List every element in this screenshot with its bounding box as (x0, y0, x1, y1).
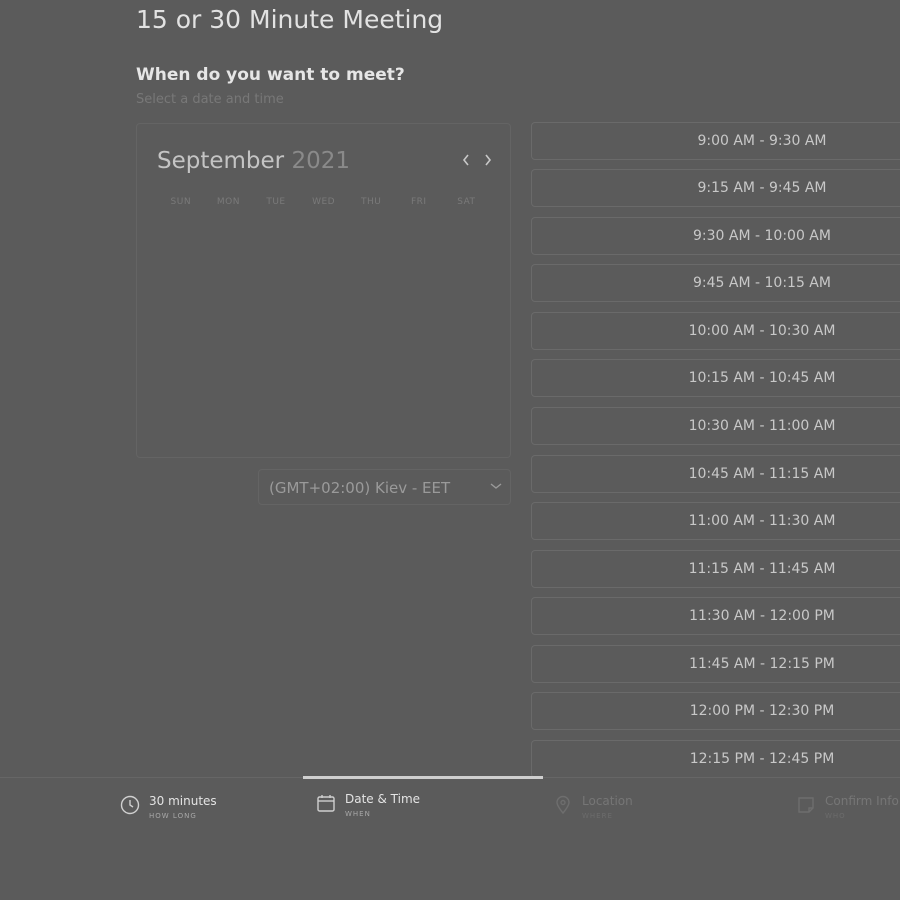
previous-month-button[interactable] (457, 148, 475, 172)
calendar-month: September (157, 148, 285, 174)
map-pin-icon (556, 795, 570, 815)
time-slot-label: 10:30 AM - 11:00 AM (688, 418, 836, 434)
time-slot[interactable]: 12:15 PM - 12:45 PM (531, 740, 900, 778)
weekday-label: FRI (410, 197, 427, 207)
step-title: Date & Time (345, 792, 421, 806)
step-title: 30 minutes (149, 794, 217, 808)
time-slot-label: 9:45 AM - 10:15 AM (693, 275, 831, 291)
calendar-month-year: September 2021 (157, 148, 350, 174)
time-slot-label: 12:15 PM - 12:45 PM (689, 751, 835, 767)
timezone-value: (GMT+02:00) Kiev - EET (269, 479, 451, 497)
time-slot[interactable]: 9:45 AM - 10:15 AM (531, 264, 900, 302)
step-subtitle: HOW LONG (149, 812, 197, 820)
time-slot[interactable]: 12:00 PM - 12:30 PM (531, 692, 900, 730)
time-slot[interactable]: 10:00 AM - 10:30 AM (531, 312, 900, 350)
time-slot[interactable]: 11:45 AM - 12:15 PM (531, 645, 900, 683)
time-slot-label: 9:00 AM - 9:30 AM (697, 133, 827, 149)
timezone-select[interactable]: (GMT+02:00) Kiev - EET (258, 469, 511, 505)
weekday-label: TUE (266, 197, 286, 207)
step-progress-indicator (303, 776, 543, 779)
time-slot-label: 9:30 AM - 10:00 AM (693, 228, 831, 244)
calendar-icon (317, 795, 335, 812)
chevron-right-icon (485, 154, 492, 166)
weekday-label: SAT (457, 197, 476, 207)
chevron-left-icon (462, 154, 469, 166)
time-slot-label: 11:15 AM - 11:45 AM (688, 561, 836, 577)
note-icon (798, 797, 814, 813)
time-slot-label: 12:00 PM - 12:30 PM (689, 703, 835, 719)
time-slot-label: 10:45 AM - 11:15 AM (688, 466, 836, 482)
section-subheading: Select a date and time (136, 92, 284, 107)
time-slot[interactable]: 9:30 AM - 10:00 AM (531, 217, 900, 255)
section-heading: When do you want to meet? (136, 65, 405, 85)
calendar: September 2021 SUN MON TUE WED THU FRI S… (136, 123, 511, 458)
time-slot[interactable]: 10:15 AM - 10:45 AM (531, 359, 900, 397)
step-subtitle: WHERE (582, 812, 613, 820)
step-title: Location (582, 794, 633, 808)
time-slot-label: 11:30 AM - 12:00 PM (689, 608, 835, 624)
weekday-label: SUN (170, 197, 192, 207)
time-slot[interactable]: 11:00 AM - 11:30 AM (531, 502, 900, 540)
time-slot-label: 9:15 AM - 9:45 AM (697, 180, 827, 196)
time-slot[interactable]: 10:45 AM - 11:15 AM (531, 455, 900, 493)
booking-page: 15 or 30 Minute Meeting When do you want… (0, 0, 900, 900)
time-slot[interactable]: 10:30 AM - 11:00 AM (531, 407, 900, 445)
chevron-down-icon (490, 483, 502, 489)
time-slot-label: 10:00 AM - 10:30 AM (688, 323, 836, 339)
next-month-button[interactable] (479, 148, 497, 172)
meeting-title: 15 or 30 Minute Meeting (136, 5, 444, 34)
calendar-year: 2021 (291, 148, 350, 174)
weekday-header: SUN MON TUE WED THU FRI SAT (157, 197, 497, 207)
weekday-label: WED (312, 197, 336, 207)
time-slot[interactable]: 9:15 AM - 9:45 AM (531, 169, 900, 207)
time-slot[interactable]: 11:30 AM - 12:00 PM (531, 597, 900, 635)
step-footer: 30 minutes HOW LONG Date & Time WHEN Loc… (0, 777, 900, 900)
clock-icon (120, 795, 140, 815)
time-slot[interactable]: 11:15 AM - 11:45 AM (531, 550, 900, 588)
step-title: Confirm Info (825, 794, 899, 808)
time-slot[interactable]: 9:00 AM - 9:30 AM (531, 122, 900, 160)
step-subtitle: WHEN (345, 810, 371, 818)
time-slot-label: 11:45 AM - 12:15 PM (689, 656, 835, 672)
step-subtitle: WHO (825, 812, 846, 820)
time-slot-label: 10:15 AM - 10:45 AM (688, 370, 836, 386)
time-slot-label: 11:00 AM - 11:30 AM (688, 513, 836, 529)
weekday-label: THU (360, 197, 382, 207)
weekday-label: MON (216, 197, 240, 207)
